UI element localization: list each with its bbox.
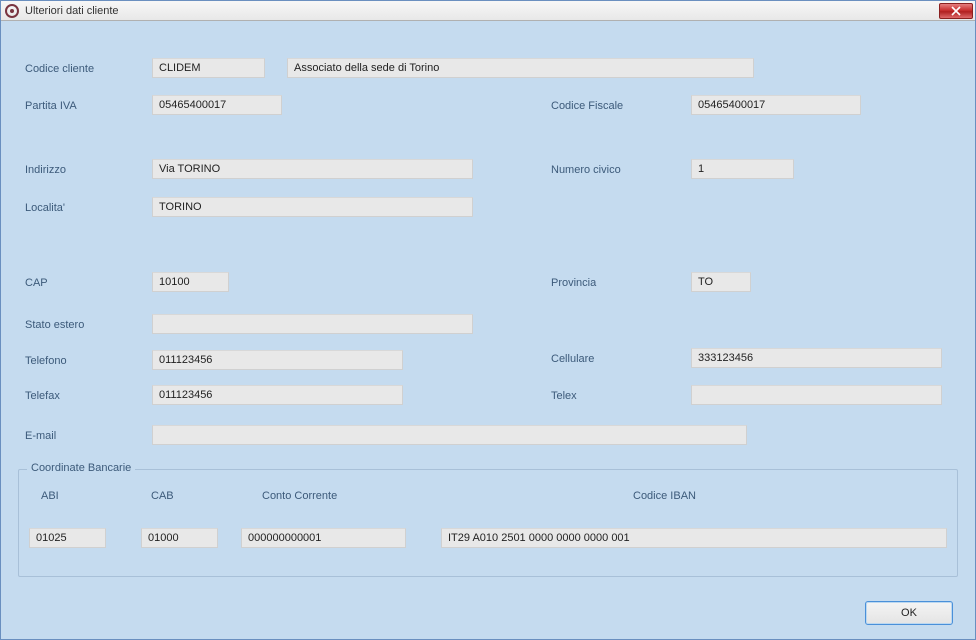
label-provincia: Provincia: [551, 277, 596, 289]
label-telex: Telex: [551, 390, 577, 402]
group-legend-coordinate-bancarie: Coordinate Bancarie: [27, 462, 135, 474]
input-partita-iva[interactable]: [152, 95, 282, 115]
label-cap: CAP: [25, 277, 48, 289]
input-codice-cliente[interactable]: [152, 58, 265, 78]
label-localita: Localita': [25, 202, 65, 214]
input-indirizzo[interactable]: [152, 159, 473, 179]
close-button[interactable]: [939, 3, 973, 19]
ok-button[interactable]: OK: [865, 601, 953, 625]
input-codice-fiscale[interactable]: [691, 95, 861, 115]
input-cellulare[interactable]: [691, 348, 942, 368]
input-telefono[interactable]: [152, 350, 403, 370]
input-localita[interactable]: [152, 197, 473, 217]
close-icon: [951, 6, 961, 16]
groupbox-coordinate-bancarie: Coordinate Bancarie ABI CAB Conto Corren…: [18, 469, 958, 577]
input-provincia[interactable]: [691, 272, 751, 292]
label-cellulare: Cellulare: [551, 353, 594, 365]
input-stato-estero[interactable]: [152, 314, 473, 334]
input-telex[interactable]: [691, 385, 942, 405]
dialog-window: Ulteriori dati cliente Codice cliente Pa…: [0, 0, 976, 640]
input-cab[interactable]: [141, 528, 218, 548]
label-email: E-mail: [25, 430, 56, 442]
label-cab: CAB: [151, 490, 174, 502]
input-telefax[interactable]: [152, 385, 403, 405]
label-conto-corrente: Conto Corrente: [262, 490, 337, 502]
label-indirizzo: Indirizzo: [25, 164, 66, 176]
input-descrizione[interactable]: [287, 58, 754, 78]
title-bar: Ulteriori dati cliente: [1, 1, 975, 21]
input-email[interactable]: [152, 425, 747, 445]
label-telefono: Telefono: [25, 355, 67, 367]
label-codice-cliente: Codice cliente: [25, 63, 94, 75]
input-abi[interactable]: [29, 528, 106, 548]
input-numero-civico[interactable]: [691, 159, 794, 179]
dialog-content: Codice cliente Partita IVA Codice Fiscal…: [1, 21, 975, 639]
input-cap[interactable]: [152, 272, 229, 292]
label-partita-iva: Partita IVA: [25, 100, 77, 112]
input-codice-iban[interactable]: [441, 528, 947, 548]
label-abi: ABI: [41, 490, 59, 502]
label-codice-fiscale: Codice Fiscale: [551, 100, 623, 112]
input-conto-corrente[interactable]: [241, 528, 406, 548]
window-title: Ulteriori dati cliente: [25, 5, 119, 17]
app-icon: [5, 4, 19, 18]
label-telefax: Telefax: [25, 390, 60, 402]
label-numero-civico: Numero civico: [551, 164, 621, 176]
label-stato-estero: Stato estero: [25, 319, 84, 331]
label-codice-iban: Codice IBAN: [633, 490, 696, 502]
